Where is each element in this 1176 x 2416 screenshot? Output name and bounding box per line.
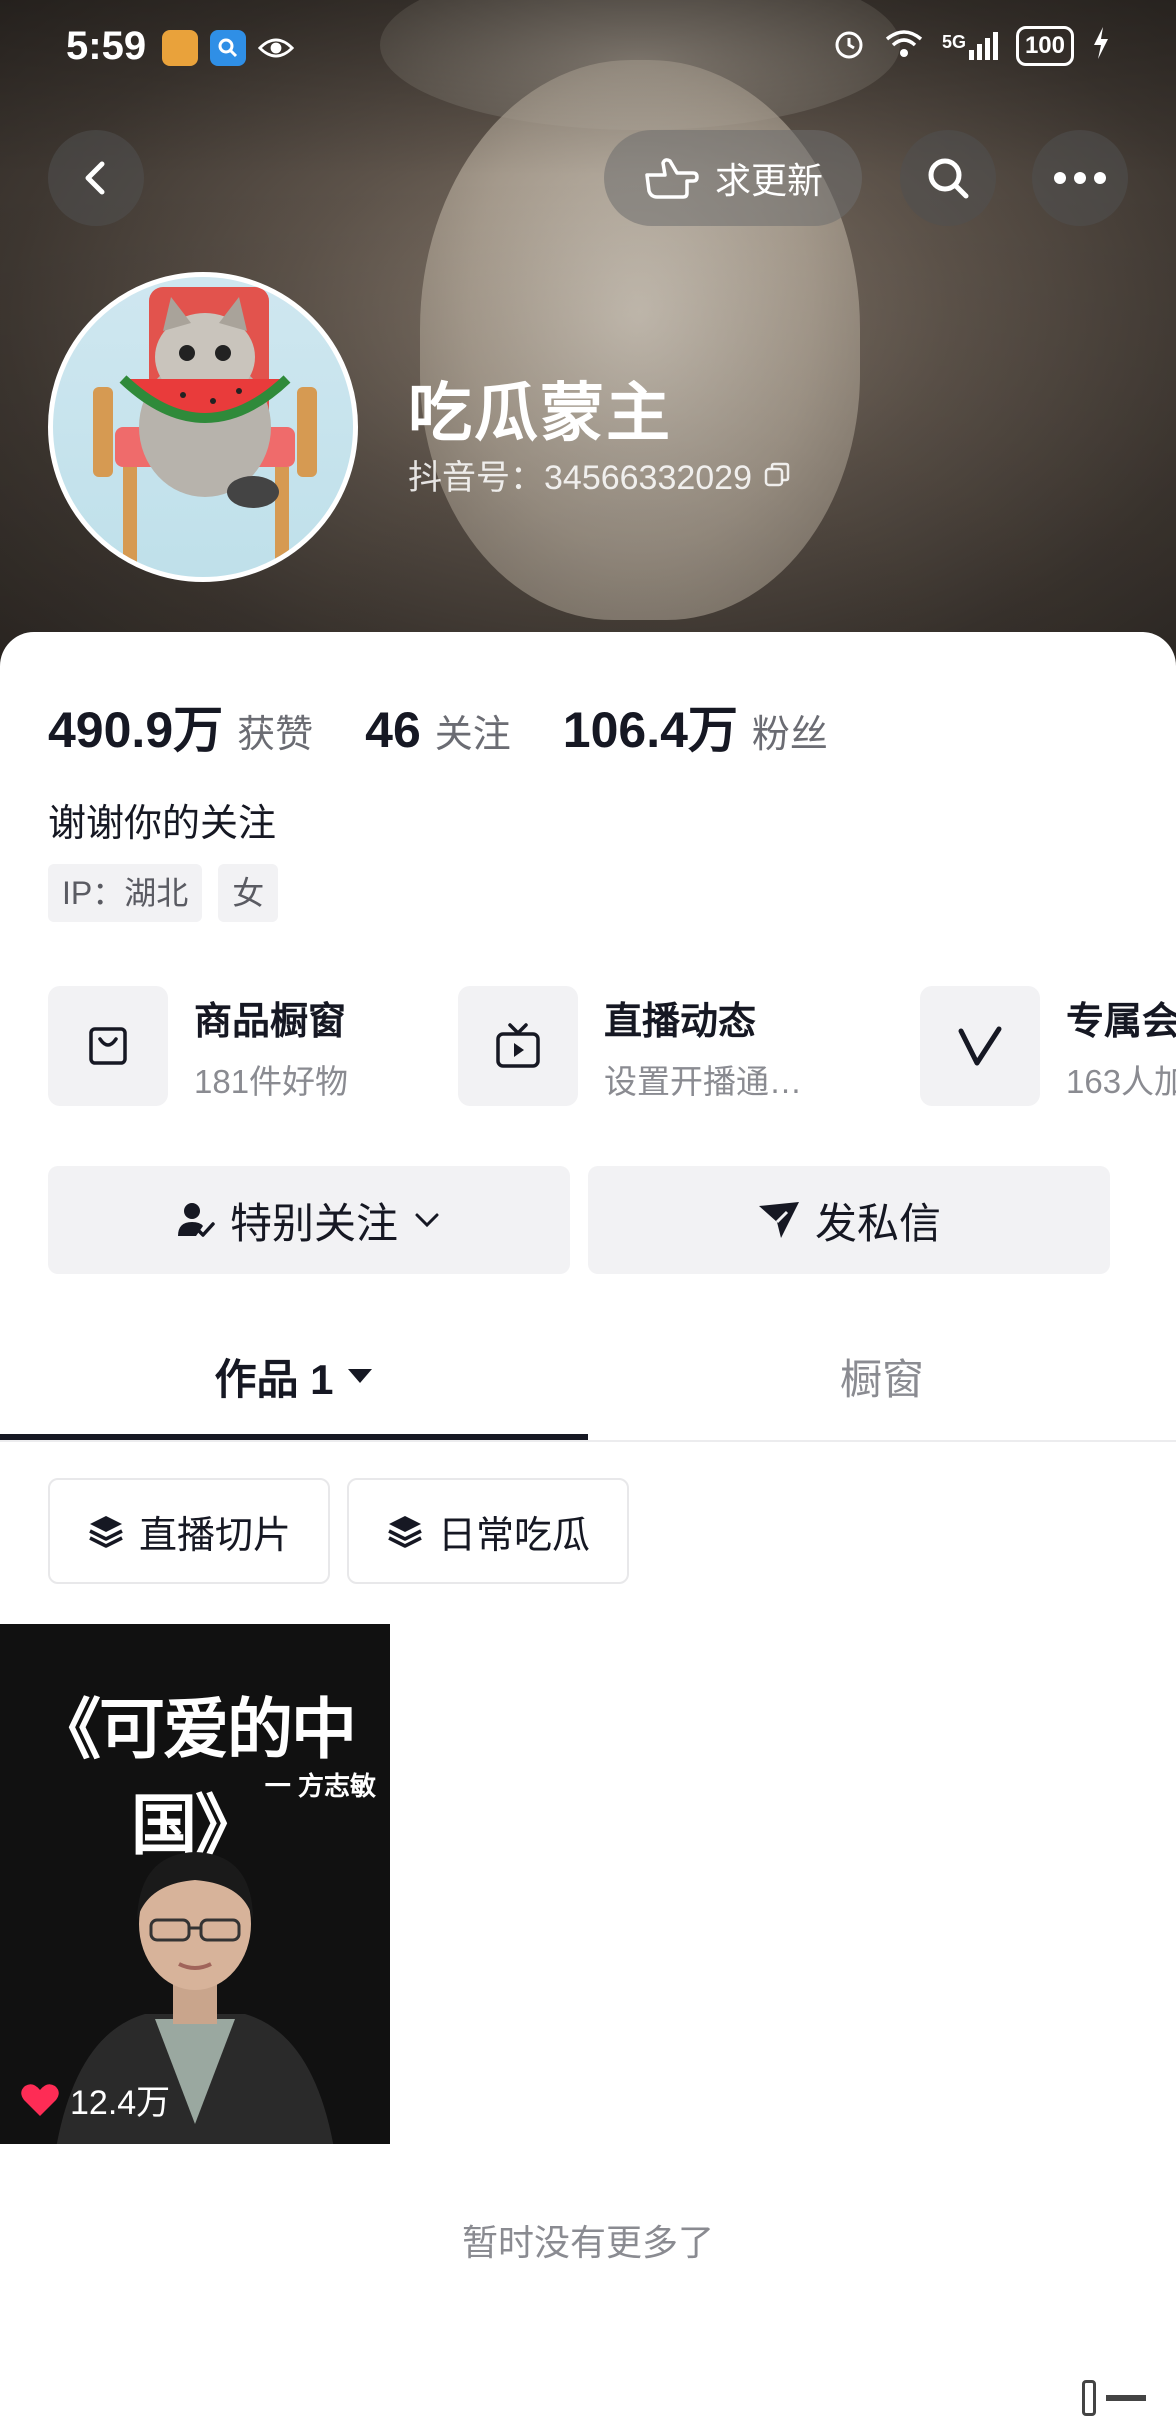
cellular-signal-icon: 5G — [942, 32, 998, 60]
status-bar: 5:59 5G 100 — [0, 0, 1176, 100]
eye-icon — [258, 30, 294, 66]
send-message-label: 发私信 — [814, 1199, 941, 1247]
no-more-content-text: 暂时没有更多了 — [461, 2222, 714, 2263]
video-subtitle: 一 方志敏 — [264, 1771, 376, 1801]
search-button[interactable] — [900, 130, 996, 226]
user-check-icon — [177, 1203, 215, 1237]
special-follow-button[interactable]: 特别关注 — [48, 1166, 570, 1274]
collection-live-clips[interactable]: 直播切片 — [48, 1478, 330, 1584]
tab-showcase[interactable]: 橱窗 — [588, 1312, 1176, 1440]
request-update-label: 求更新 — [714, 160, 823, 201]
chevron-left-icon — [85, 161, 105, 195]
chevron-down-icon — [415, 1213, 439, 1228]
profile-bio: 谢谢你的关注 — [48, 803, 277, 845]
search-app-icon — [210, 30, 246, 66]
stat-likes[interactable]: 490.9万 获赞 — [48, 690, 313, 762]
layers-icon — [89, 1516, 123, 1548]
gender-tag: 女 — [218, 864, 279, 922]
alarm-icon — [832, 26, 866, 66]
heart-icon — [21, 2083, 59, 2116]
special-follow-label: 特别关注 — [229, 1199, 398, 1247]
profile-nickname: 吃瓜蒙主 — [408, 377, 672, 449]
stat-following[interactable]: 46 关注 — [365, 701, 511, 759]
copy-icon[interactable] — [762, 460, 792, 490]
shopping-bag-icon — [48, 986, 168, 1106]
more-button[interactable] — [1032, 130, 1128, 226]
profile-stats: 490.9万 获赞 46 关注 106.4万 粉丝 — [48, 690, 828, 762]
video-like-count: 12.4万 — [20, 2075, 170, 2124]
caret-down-icon — [347, 1369, 372, 1383]
app-notification-icon — [162, 30, 198, 66]
profile-tabs: 作品 1 橱窗 — [0, 1312, 1176, 1442]
avatar[interactable] — [48, 272, 358, 582]
system-nav-indicator — [1082, 2380, 1146, 2416]
feature-live-updates[interactable]: 直播动态 设置开播通… — [458, 986, 802, 1106]
request-update-button[interactable]: 求更新 — [604, 130, 862, 226]
active-tab-indicator — [0, 1434, 588, 1440]
wifi-icon — [884, 27, 924, 65]
feature-exclusive-membership[interactable]: 专属会 163人加 — [920, 986, 1176, 1106]
back-button[interactable] — [48, 130, 144, 226]
more-dots-icon — [1054, 172, 1106, 184]
stat-followers[interactable]: 106.4万 粉丝 — [563, 690, 828, 762]
profile-tags: IP：湖北 女 — [48, 864, 279, 922]
video-thumbnail[interactable]: 《可爱的中国》 一 方志敏 12.4万 — [0, 1624, 390, 2144]
pointing-hand-icon — [645, 158, 699, 199]
feature-product-showcase[interactable]: 商品橱窗 181件好物 — [48, 986, 348, 1106]
profile-panel: 490.9万 获赞 46 关注 106.4万 粉丝 谢谢你的关注 IP：湖北 女… — [0, 632, 1176, 2416]
tab-works[interactable]: 作品 1 — [0, 1312, 588, 1440]
douyin-id[interactable]: 抖音号：34566332029 — [408, 450, 792, 499]
charging-icon — [1092, 27, 1110, 65]
status-time: 5:59 — [66, 24, 147, 68]
v-badge-icon — [920, 986, 1040, 1106]
ip-location-tag: IP：湖北 — [48, 864, 203, 922]
collection-daily-gossip[interactable]: 日常吃瓜 — [347, 1478, 629, 1584]
search-icon — [928, 158, 969, 199]
send-message-button[interactable]: 发私信 — [588, 1166, 1110, 1274]
battery-indicator: 100 — [1015, 26, 1074, 66]
send-plane-icon — [758, 1202, 799, 1238]
layers-icon — [388, 1516, 422, 1548]
tv-play-icon — [458, 986, 578, 1106]
cat-eating-watermelon-avatar — [93, 287, 317, 577]
